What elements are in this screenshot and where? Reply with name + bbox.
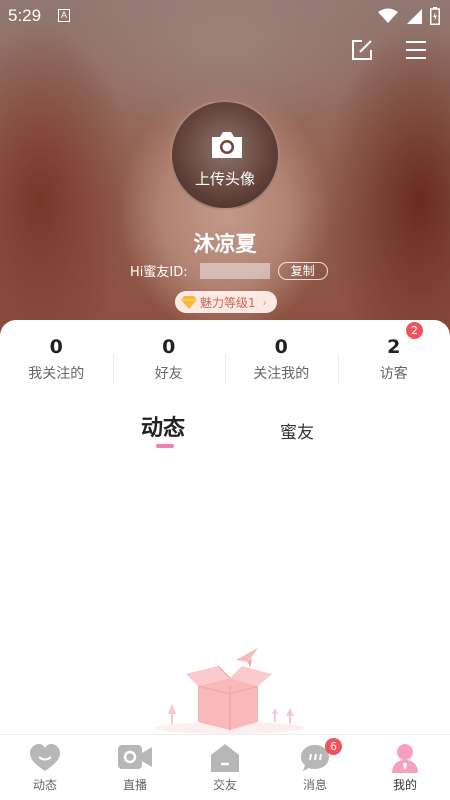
heart-chat-icon xyxy=(30,744,60,771)
tab-friends[interactable]: 蜜友 xyxy=(280,418,314,443)
tab-active-indicator xyxy=(156,444,174,448)
video-camera-icon xyxy=(118,745,152,769)
avatar-upload[interactable]: 上传头像 xyxy=(170,100,280,210)
stat-visitors[interactable]: 2 访客 2 xyxy=(337,322,450,396)
nav-label: 消息 xyxy=(302,778,327,792)
visitors-badge: 2 xyxy=(406,322,423,339)
nav-label: 我的 xyxy=(392,778,417,792)
system-icons xyxy=(378,7,440,25)
stat-count: 0 xyxy=(162,336,176,358)
charm-level-badge[interactable]: 魅力等级1 › xyxy=(175,291,278,313)
messages-badge: 6 xyxy=(325,738,342,755)
stat-friends[interactable]: 0 好友 xyxy=(112,336,226,396)
person-icon xyxy=(392,744,418,773)
stats-row: 0 我关注的 0 好友 0 关注我的 2 访客 2 xyxy=(0,322,450,396)
status-time: 5:29 xyxy=(8,6,42,25)
stat-label: 我关注的 xyxy=(28,366,85,382)
stat-label: 好友 xyxy=(154,366,183,382)
copy-id-button[interactable]: 复制 xyxy=(277,261,328,280)
profile-content-card: 0 我关注的 0 好友 0 关注我的 2 访客 2 动态 蜜友 xyxy=(0,320,450,734)
nav-dating[interactable]: 交友 xyxy=(180,735,270,800)
stat-count: 0 xyxy=(274,336,288,358)
nav-label: 动态 xyxy=(32,778,57,792)
charm-level-label: 魅力等级1 xyxy=(200,295,256,310)
battery-icon xyxy=(430,7,440,25)
stat-followers[interactable]: 0 关注我的 xyxy=(225,336,338,396)
bottom-navigation: 动态 直播 交友 6 消息 我的 xyxy=(0,734,450,800)
camera-icon xyxy=(212,132,242,158)
header-actions xyxy=(350,38,428,62)
house-icon xyxy=(211,744,239,772)
diamond-icon xyxy=(181,296,197,309)
nav-label: 直播 xyxy=(122,778,147,792)
wifi-icon xyxy=(378,8,398,23)
nav-me[interactable]: 我的 xyxy=(360,735,450,800)
profile-tabs: 动态 蜜友 xyxy=(0,408,450,453)
stat-following[interactable]: 0 我关注的 xyxy=(0,336,113,396)
stat-count: 0 xyxy=(49,336,63,358)
nav-moments[interactable]: 动态 xyxy=(0,735,90,800)
stat-label: 关注我的 xyxy=(253,366,310,382)
nav-messages[interactable]: 6 消息 xyxy=(270,735,360,800)
empty-box-illustration xyxy=(155,648,305,734)
stat-label: 访客 xyxy=(379,366,408,382)
edit-icon[interactable] xyxy=(350,38,374,62)
user-id-masked-value xyxy=(199,262,270,279)
chevron-right-icon: › xyxy=(262,295,268,309)
tab-moments[interactable]: 动态 xyxy=(141,410,185,442)
nav-live[interactable]: 直播 xyxy=(90,735,180,800)
profile-nickname: 沐凉夏 xyxy=(193,232,257,256)
menu-icon[interactable] xyxy=(404,38,428,62)
user-id-row: Hi蜜友ID: 复制 xyxy=(130,261,328,280)
user-id-label: Hi蜜友ID: xyxy=(130,265,188,280)
upload-avatar-label: 上传头像 xyxy=(194,170,255,188)
signal-icon xyxy=(407,9,422,24)
nav-label: 交友 xyxy=(212,778,237,792)
stat-count: 2 xyxy=(387,336,401,358)
notification-a-icon: A xyxy=(58,9,70,22)
status-bar: 5:29 A xyxy=(0,0,450,32)
